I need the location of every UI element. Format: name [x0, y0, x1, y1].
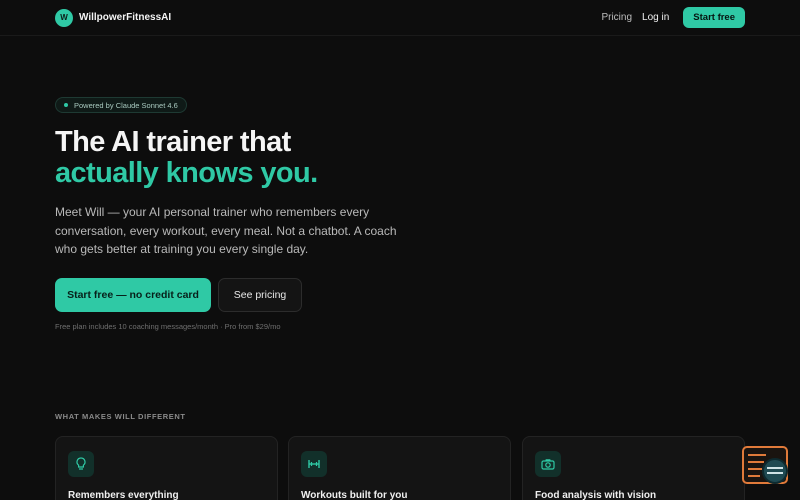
brand-name: WillpowerFitnessAI: [79, 12, 172, 23]
features-section-label: WHAT MAKES WILL DIFFERENT: [55, 412, 186, 421]
feature-title: Food analysis with vision: [535, 490, 657, 500]
nav-start-free-button[interactable]: Start free: [683, 7, 745, 28]
feature-title: Workouts built for you: [301, 490, 408, 500]
landing-page: W WillpowerFitnessAI Pricing Log in Star…: [0, 0, 800, 500]
see-pricing-button[interactable]: See pricing: [218, 278, 302, 312]
logo-icon: W: [55, 8, 73, 27]
headline-line-1: The AI trainer that: [55, 126, 291, 158]
hero-headline: The AI trainer that actually knows you.: [55, 127, 575, 189]
feature-title: Remembers everything: [68, 490, 179, 500]
hero-subtext: Meet Will — your AI personal trainer who…: [55, 205, 397, 256]
feature-card-food-vision[interactable]: Food analysis with vision: [522, 436, 745, 500]
top-nav: W WillpowerFitnessAI Pricing Log in Star…: [0, 0, 800, 36]
feature-card-workouts[interactable]: Workouts built for you: [288, 436, 511, 500]
headline-line-2: actually knows you.: [55, 157, 318, 189]
badge-label: Powered by Claude Sonnet 4.6: [74, 100, 178, 110]
nav-link-login[interactable]: Log in: [642, 12, 669, 23]
fine-print: Free plan includes 10 coaching messages/…: [55, 322, 281, 331]
nav-links: Pricing Log in Start free: [601, 7, 745, 28]
start-free-button[interactable]: Start free — no credit card: [55, 278, 211, 312]
lightbulb-icon: [68, 451, 94, 477]
dumbbell-icon: [301, 451, 327, 477]
chat-widget-button[interactable]: [742, 446, 790, 486]
brand[interactable]: W WillpowerFitnessAI: [55, 8, 172, 27]
feature-card-memory[interactable]: Remembers everything: [55, 436, 278, 500]
camera-icon: [535, 451, 561, 477]
nav-link-pricing[interactable]: Pricing: [601, 12, 632, 23]
powered-by-badge: Powered by Claude Sonnet 4.6: [55, 97, 187, 113]
status-dot-icon: [64, 103, 68, 107]
chat-widget-icon: [742, 446, 788, 484]
